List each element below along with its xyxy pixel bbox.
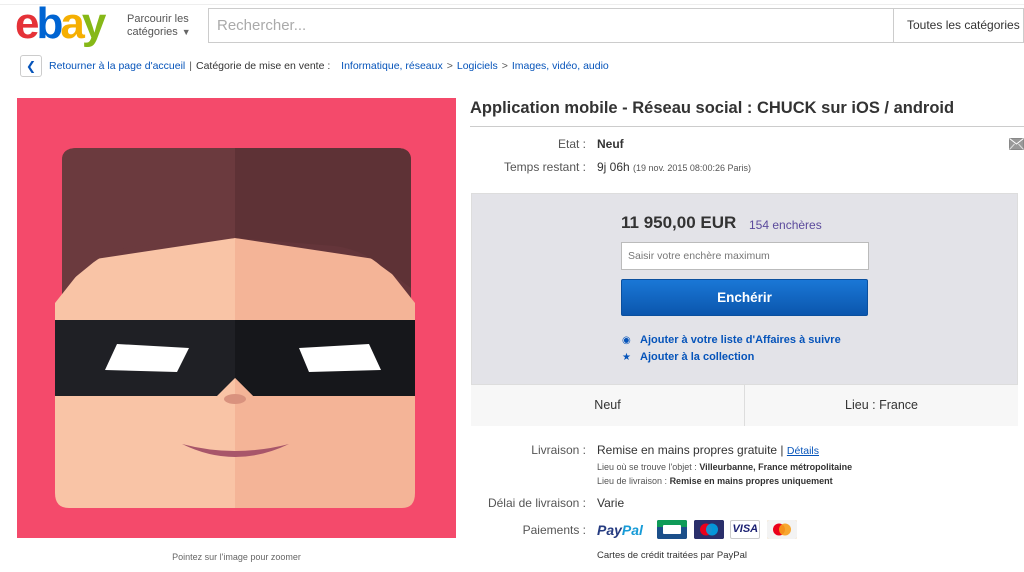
category-label: Catégorie de mise en vente : <box>196 60 331 72</box>
collection-label: Ajouter à la collection <box>640 351 755 363</box>
mail-icon[interactable] <box>1009 138 1024 150</box>
max-bid-input[interactable] <box>621 242 869 270</box>
breadcrumb-separator: > <box>501 60 508 72</box>
place-bid-button[interactable]: Enchérir <box>621 279 868 316</box>
payments-label: Paiements : <box>522 523 586 537</box>
chevron-left-icon[interactable]: ❮ <box>20 55 42 77</box>
condition-value: Neuf <box>597 137 624 151</box>
item-location-label: Lieu où se trouve l'objet : <box>597 462 697 472</box>
paypal-logo: PayPal <box>597 521 643 538</box>
delivery-location-label: Lieu de livraison : <box>597 476 668 486</box>
mastercard-icon <box>766 520 797 539</box>
shipping-value: Remise en mains propres gratuite | Détai… <box>597 443 819 457</box>
delivery-delay-label: Délai de livraison : <box>487 496 586 510</box>
summary-bar: Neuf Lieu : France <box>471 384 1018 426</box>
product-title: Application mobile - Réseau social : CHU… <box>470 99 955 117</box>
item-location-value: Villeurbanne, France métropolitaine <box>699 462 853 472</box>
bid-panel: 11 950,00 EUR 154 enchères Enchérir ◉ Ajo… <box>471 193 1018 426</box>
back-to-home-link[interactable]: Retourner à la page d'accueil <box>49 60 185 72</box>
shipping-label: Livraison : <box>531 443 586 457</box>
end-date: (19 nov. 2015 08:00:26 Paris) <box>633 163 751 173</box>
search-input[interactable] <box>209 9 894 42</box>
caret-down-icon: ▼ <box>181 27 191 37</box>
category-select[interactable]: Toutes les catégories <box>893 8 1024 43</box>
shipping-details-link[interactable]: Détails <box>787 445 819 457</box>
search-box <box>208 8 894 43</box>
card-note: Cartes de crédit traitées par PayPal <box>597 550 747 561</box>
breadcrumb-divider: | <box>189 60 192 72</box>
title-divider <box>470 126 1024 127</box>
breadcrumb-separator: > <box>446 60 453 72</box>
cb-card-icon <box>657 520 688 539</box>
add-collection-link[interactable]: ★ Ajouter à la collection <box>622 351 754 363</box>
item-location-line: Lieu où se trouve l'objet : Villeurbanne… <box>597 462 852 472</box>
delivery-location-line: Lieu de livraison : Remise en mains prop… <box>597 476 833 486</box>
shipping-method: Remise en mains propres gratuite | <box>597 443 784 457</box>
breadcrumb: ❮ Retourner à la page d'accueil | Catégorie… <box>20 55 609 77</box>
bid-count-link[interactable]: 154 enchères <box>749 218 822 232</box>
breadcrumb-item-images[interactable]: Images, vidéo, audio <box>512 60 609 72</box>
condition-label: Etat : <box>557 137 586 151</box>
star-icon: ★ <box>622 352 631 363</box>
current-price: 11 950,00 EUR <box>621 213 737 232</box>
time-left-value: 9j 06h (19 nov. 2015 08:00:26 Paris) <box>597 160 751 174</box>
browse-categories-button[interactable]: Parcourir les catégories ▼ <box>127 13 191 39</box>
breadcrumb-item-logiciels[interactable]: Logiciels <box>457 60 498 72</box>
time-left: 9j 06h <box>597 160 630 174</box>
masked-face-illustration <box>55 148 415 508</box>
visa-card-icon: VISA <box>730 520 761 539</box>
ebay-logo[interactable]: ebay <box>15 2 106 46</box>
time-left-label: Temps restant : <box>503 160 586 174</box>
product-image[interactable] <box>17 98 456 538</box>
delivery-location-value: Remise en mains propres uniquement <box>669 476 833 486</box>
summary-location: Lieu : France <box>845 398 918 412</box>
browse-line-2: catégories <box>127 26 178 38</box>
header-top-rule <box>0 4 1024 5</box>
eye-icon: ◉ <box>622 335 631 346</box>
breadcrumb-item-informatique[interactable]: Informatique, réseaux <box>341 60 443 72</box>
header: ebay Parcourir les catégories▼ Toutes le… <box>0 0 1024 50</box>
zoom-hint: Pointez sur l'image pour zoomer <box>172 552 301 562</box>
watch-list-link[interactable]: ◉ Ajouter à votre liste d'Affaires à suiv… <box>622 334 841 346</box>
payment-methods: PayPal VISA <box>597 520 799 540</box>
browse-line-1: Parcourir les <box>127 13 189 25</box>
summary-condition: Neuf <box>594 398 621 412</box>
maestro-card-icon <box>693 520 724 539</box>
delivery-delay-value: Varie <box>597 496 625 510</box>
watch-list-label: Ajouter à votre liste d'Affaires à suivr… <box>640 334 841 346</box>
